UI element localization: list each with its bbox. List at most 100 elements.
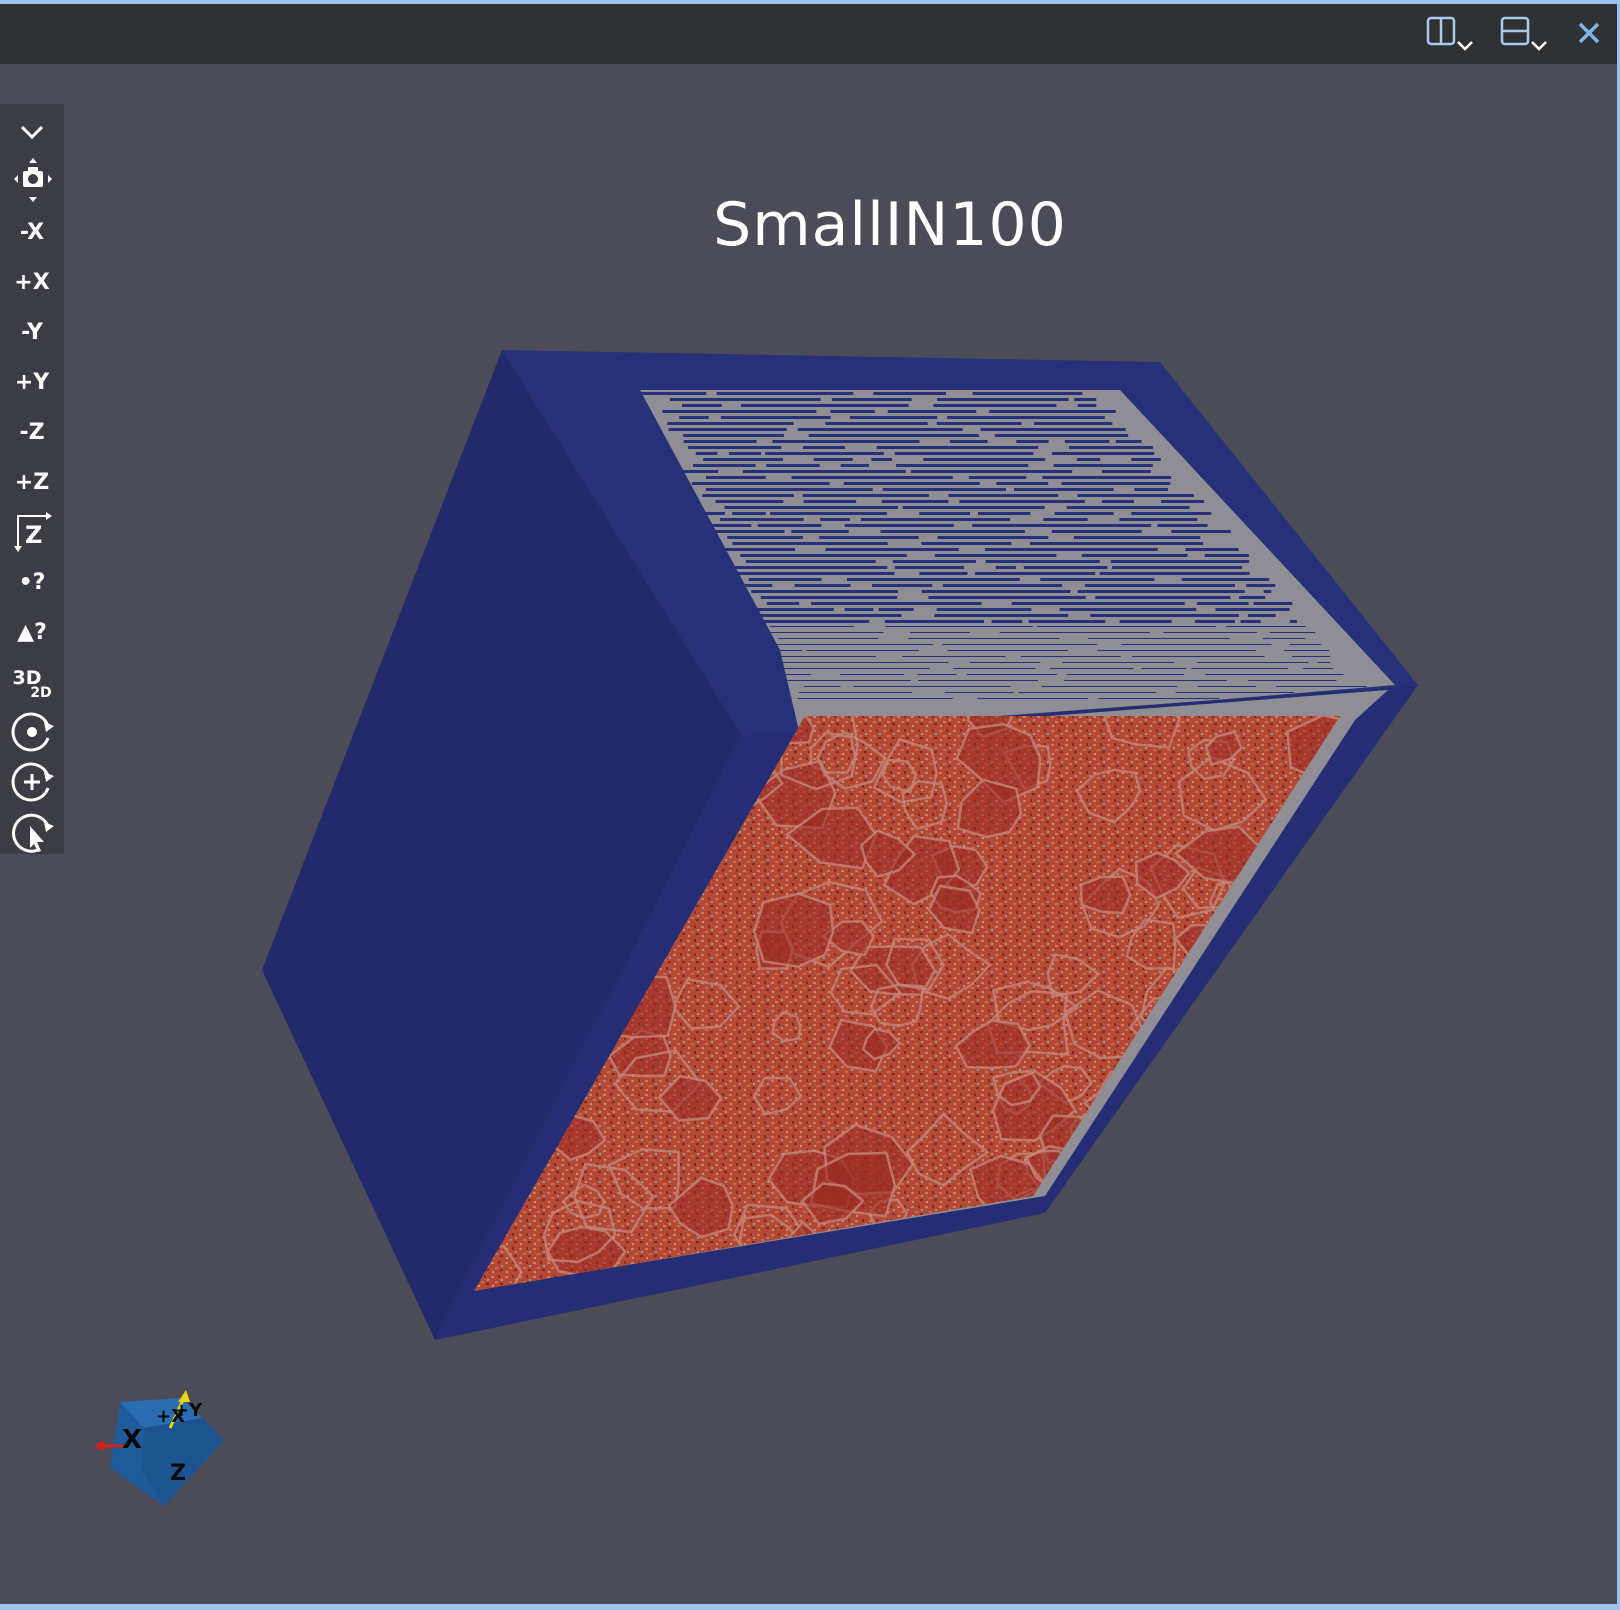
streak — [1087, 638, 1230, 639]
streak — [844, 608, 874, 611]
streak — [936, 398, 1069, 401]
streak — [808, 434, 979, 437]
streak — [667, 422, 794, 425]
view-minus-z-button[interactable]: -Z — [0, 408, 64, 456]
pick-rotation-button[interactable] — [0, 808, 64, 856]
streak — [766, 464, 820, 467]
streak — [1066, 674, 1184, 675]
streak — [1099, 572, 1250, 575]
rotate-z-button[interactable]: Z — [0, 508, 64, 556]
streak — [972, 524, 1152, 527]
streak — [775, 674, 812, 675]
view-minus-y-button[interactable]: -Y — [0, 308, 64, 356]
streak — [742, 470, 906, 473]
streak — [966, 674, 1057, 675]
reset-camera-button[interactable] — [0, 156, 64, 204]
view-plus-y-button[interactable]: +Y — [0, 358, 64, 406]
streak — [692, 482, 830, 485]
streak — [1131, 512, 1212, 515]
svg-text:Z: Z — [25, 521, 42, 549]
streak — [908, 638, 1060, 639]
streak — [668, 428, 787, 431]
streak — [1034, 422, 1113, 425]
streak — [1090, 614, 1239, 617]
streak — [662, 410, 817, 413]
streak — [741, 404, 909, 407]
select-cells-button[interactable]: ▲? — [0, 608, 64, 656]
streak — [918, 680, 1039, 681]
streak — [1239, 596, 1266, 599]
projection-toggle-button[interactable]: 3D 2D — [0, 660, 64, 708]
streak — [1120, 644, 1272, 645]
streak — [803, 686, 841, 687]
view-plus-z-button[interactable]: +Z — [0, 458, 64, 506]
grain — [1284, 1198, 1340, 1270]
streak — [1197, 686, 1256, 687]
grain — [1291, 866, 1340, 920]
add-rotation-button[interactable] — [0, 758, 64, 806]
grain — [1230, 1023, 1275, 1059]
streak — [1276, 686, 1367, 687]
streak — [825, 548, 959, 551]
streak — [1112, 566, 1243, 569]
grain — [965, 1227, 1051, 1291]
streak — [732, 542, 888, 545]
streak — [1246, 584, 1276, 587]
streak — [910, 470, 1073, 473]
grain — [845, 1265, 912, 1291]
streak — [974, 572, 1096, 575]
streak — [715, 500, 784, 503]
streak — [748, 578, 822, 581]
grain — [799, 1270, 862, 1291]
grain — [1089, 1163, 1152, 1223]
streak — [803, 500, 857, 503]
streak — [1132, 656, 1265, 657]
streak — [999, 632, 1150, 633]
streak — [1062, 662, 1175, 663]
streak — [1303, 668, 1333, 669]
view-minus-x-button[interactable]: -X — [0, 208, 64, 256]
streak — [1119, 620, 1172, 623]
projection-2d-label: 2D — [30, 684, 52, 701]
streak — [791, 476, 953, 479]
streak — [1163, 632, 1257, 633]
streak — [882, 488, 1006, 491]
grain — [1173, 1099, 1237, 1161]
streak — [705, 488, 873, 491]
streak — [683, 434, 784, 437]
streak — [742, 632, 884, 633]
streak — [797, 698, 953, 699]
view-plus-x-button[interactable]: +X — [0, 258, 64, 306]
streak — [1018, 692, 1157, 693]
streak — [892, 560, 976, 563]
streak — [1284, 650, 1330, 651]
grain — [1194, 1032, 1251, 1078]
streak — [1185, 548, 1239, 551]
streak — [1181, 578, 1270, 581]
streak — [692, 512, 725, 515]
select-points-button[interactable]: •? — [0, 558, 64, 606]
streak — [844, 524, 954, 527]
streak — [677, 470, 719, 473]
streak — [937, 536, 1049, 539]
streak — [802, 494, 929, 497]
streak — [736, 608, 834, 611]
streak — [720, 416, 831, 419]
streak — [1068, 446, 1154, 449]
streak — [1262, 638, 1306, 639]
center-rotation-button[interactable] — [0, 708, 64, 756]
grain — [1010, 1264, 1081, 1291]
streak — [1134, 488, 1168, 491]
streak — [825, 422, 928, 425]
streak — [722, 572, 895, 575]
streak — [1204, 554, 1249, 557]
streak — [1030, 542, 1204, 545]
streak — [806, 650, 919, 651]
streak — [840, 464, 870, 467]
streak — [693, 464, 756, 467]
grain — [1255, 1117, 1303, 1150]
streak — [1194, 620, 1235, 623]
streak — [728, 452, 762, 455]
toolbar-collapse-button[interactable] — [0, 108, 64, 156]
streak — [1095, 596, 1231, 599]
